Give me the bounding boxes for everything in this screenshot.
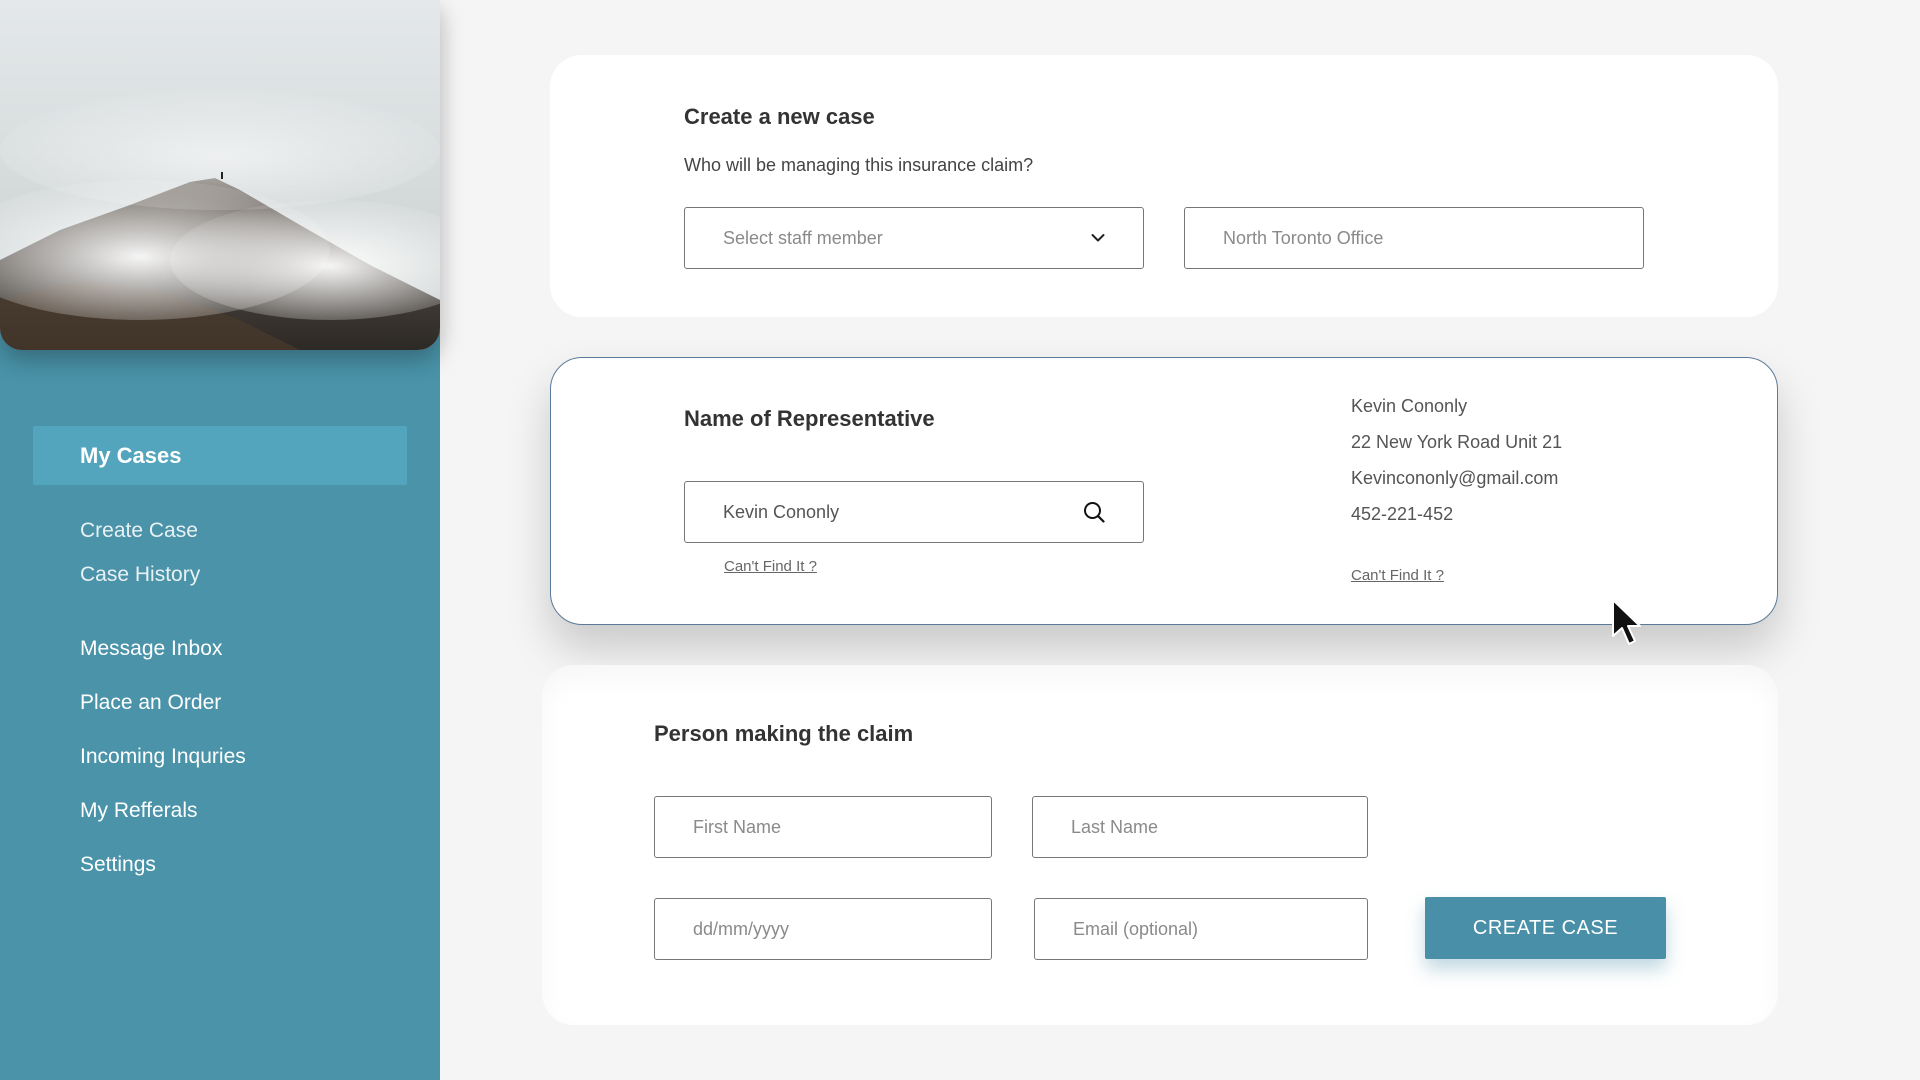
- sidebar: My Cases Create Case Case History Messag…: [0, 0, 440, 1080]
- office-field-value: North Toronto Office: [1223, 227, 1384, 248]
- last-name-input[interactable]: Last Name: [1032, 796, 1368, 858]
- representative-search-input[interactable]: Kevin Cononly: [684, 481, 1144, 543]
- last-name-placeholder: Last Name: [1071, 816, 1159, 837]
- sidebar-item-create-case[interactable]: Create Case: [80, 519, 198, 543]
- first-name-input[interactable]: First Name: [654, 796, 992, 858]
- create-case-card: [550, 55, 1778, 317]
- sidebar-item-settings[interactable]: Settings: [80, 853, 156, 877]
- date-of-birth-placeholder: dd/mm/yyyy: [693, 918, 790, 939]
- sidebar-item-case-history[interactable]: Case History: [80, 563, 200, 587]
- representative-phone: 452-221-452: [1351, 504, 1454, 524]
- chevron-down-icon: [1091, 233, 1105, 243]
- representative-address: 22 New York Road Unit 21: [1351, 432, 1563, 452]
- email-input[interactable]: Email (optional): [1034, 898, 1368, 960]
- search-icon[interactable]: [1083, 501, 1105, 523]
- staff-member-select[interactable]: Select staff member: [684, 207, 1144, 269]
- mouse-pointer-icon: [1610, 598, 1644, 653]
- sidebar-item-message-inbox[interactable]: Message Inbox: [80, 637, 222, 661]
- date-of-birth-input[interactable]: dd/mm/yyyy: [654, 898, 992, 960]
- sidebar-hero-image: [0, 0, 440, 350]
- representative-search-value: Kevin Cononly: [723, 501, 840, 522]
- details-cant-find-link[interactable]: Can't Find It ?: [1351, 567, 1444, 584]
- manager-question: Who will be managing this insurance clai…: [684, 155, 1034, 175]
- first-name-placeholder: First Name: [693, 816, 782, 837]
- sidebar-item-incoming-inquiries[interactable]: Incoming Inquries: [80, 745, 246, 769]
- sidebar-item-my-cases[interactable]: My Cases: [33, 426, 407, 485]
- sidebar-item-my-referrals[interactable]: My Refferals: [80, 799, 197, 823]
- sidebar-item-place-order[interactable]: Place an Order: [80, 691, 221, 715]
- representative-title: Name of Representative: [684, 406, 935, 431]
- representative-name: Kevin Cononly: [1351, 396, 1468, 416]
- claimant-title: Person making the claim: [654, 721, 914, 746]
- create-case-title: Create a new case: [684, 104, 875, 129]
- create-case-button[interactable]: CREATE CASE: [1425, 897, 1666, 959]
- cant-find-link[interactable]: Can't Find It ?: [724, 558, 817, 575]
- email-placeholder: Email (optional): [1073, 918, 1199, 939]
- staff-member-select-label: Select staff member: [723, 227, 883, 248]
- office-field[interactable]: North Toronto Office: [1184, 207, 1644, 269]
- representative-email: Kevinconon­ly@gmail.com: [1351, 468, 1559, 488]
